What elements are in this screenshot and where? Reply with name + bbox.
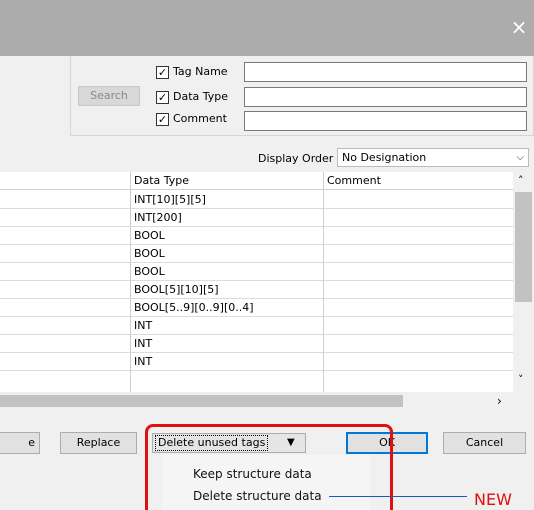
- column-header-data-type[interactable]: Data Type: [131, 172, 323, 190]
- table-cell-data-type[interactable]: INT[200]: [131, 209, 323, 227]
- table-cell-data-type[interactable]: BOOL: [131, 227, 323, 245]
- comment-label: Comment: [173, 112, 227, 125]
- table-cell-data-type[interactable]: INT: [131, 353, 323, 371]
- tag-name-label: Tag Name: [173, 65, 228, 78]
- data-type-input[interactable]: [244, 87, 527, 107]
- comment-input[interactable]: [244, 111, 527, 131]
- scroll-thumb[interactable]: [515, 192, 532, 302]
- horizontal-scrollbar[interactable]: ›: [0, 392, 534, 410]
- cancel-button[interactable]: Cancel: [443, 432, 526, 454]
- table-cell-comment[interactable]: [324, 353, 513, 371]
- table-cell-comment[interactable]: [324, 281, 513, 299]
- comment-checkbox[interactable]: ✓: [156, 113, 169, 126]
- data-type-label: Data Type: [173, 90, 229, 103]
- table-cell-data-type[interactable]: INT: [131, 317, 323, 335]
- callout-line: [329, 496, 467, 497]
- table-cell-comment[interactable]: [324, 209, 513, 227]
- table-cell-tag-name[interactable]: [0, 227, 130, 245]
- table-cell-comment[interactable]: [324, 317, 513, 335]
- data-type-checkbox[interactable]: ✓: [156, 91, 169, 104]
- table-cell-comment[interactable]: [324, 335, 513, 353]
- display-order-select[interactable]: No Designation ⌵: [337, 148, 529, 167]
- table-cell-comment[interactable]: [324, 227, 513, 245]
- table-cell-comment[interactable]: [324, 245, 513, 263]
- hscroll-thumb[interactable]: [0, 395, 403, 407]
- table-cell-data-type[interactable]: INT: [131, 335, 323, 353]
- scroll-down-icon[interactable]: ˅: [518, 374, 524, 386]
- vertical-scrollbar[interactable]: ˄ ˅: [513, 172, 534, 392]
- table-cell-comment[interactable]: [324, 191, 513, 209]
- table-cell-data-type[interactable]: BOOL: [131, 263, 323, 281]
- chevron-down-icon: ⌵: [516, 152, 524, 163]
- display-order-value: No Designation: [342, 151, 427, 164]
- table-cell-comment[interactable]: [324, 263, 513, 281]
- table-cell-tag-name[interactable]: [0, 191, 130, 209]
- scroll-right-icon[interactable]: ›: [497, 393, 502, 409]
- table-cell-tag-name[interactable]: [0, 263, 130, 281]
- table-cell-data-type[interactable]: BOOL[5][10][5]: [131, 281, 323, 299]
- highlight-box: [145, 424, 393, 510]
- table-cell-data-type[interactable]: BOOL[5..9][0..9][0..4]: [131, 299, 323, 317]
- column-header-comment[interactable]: Comment: [324, 172, 513, 190]
- tag-name-checkbox[interactable]: ✓: [156, 66, 169, 79]
- table-cell-tag-name[interactable]: [0, 209, 130, 227]
- table-cell-data-type[interactable]: INT[10][5][5]: [131, 191, 323, 209]
- table-cell-tag-name[interactable]: [0, 299, 130, 317]
- table-cell-tag-name[interactable]: [0, 245, 130, 263]
- table-cell-tag-name[interactable]: [0, 353, 130, 371]
- replace-button[interactable]: Replace: [60, 432, 137, 454]
- search-button[interactable]: Search: [78, 86, 140, 106]
- column-header-tag-name[interactable]: [0, 172, 130, 190]
- table-cell-tag-name[interactable]: [0, 281, 130, 299]
- new-callout-label: NEW: [474, 490, 512, 509]
- table-cell-comment[interactable]: [324, 299, 513, 317]
- table-cell-tag-name[interactable]: [0, 317, 130, 335]
- display-order-label: Display Order: [258, 152, 334, 165]
- tag-name-input[interactable]: [244, 62, 527, 82]
- scroll-up-icon[interactable]: ˄: [518, 175, 524, 187]
- title-bar: [0, 0, 534, 56]
- partial-button[interactable]: e: [0, 432, 40, 454]
- table-cell-tag-name[interactable]: [0, 335, 130, 353]
- table-cell-data-type[interactable]: BOOL: [131, 245, 323, 263]
- close-icon[interactable]: ×: [508, 14, 530, 40]
